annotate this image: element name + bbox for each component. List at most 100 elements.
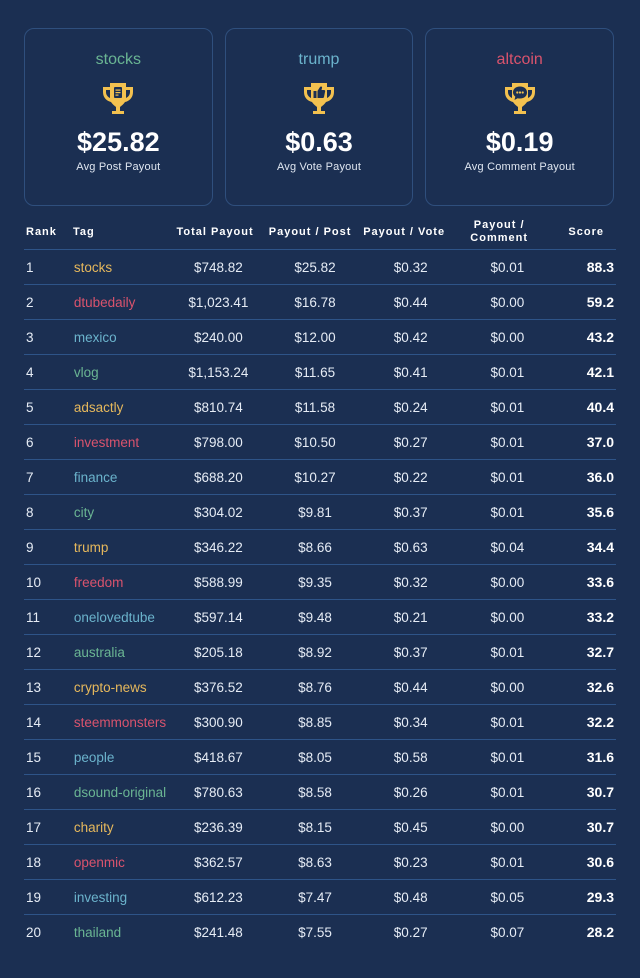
- tag-ranking-table: Rank Tag Total Payout Payout / Post Payo…: [24, 214, 616, 949]
- header-rank[interactable]: Rank: [24, 226, 73, 238]
- rank-cell: 12: [26, 644, 42, 660]
- payout-per-comment-cell: $0.01: [490, 714, 525, 730]
- score-cell: 42.1: [586, 364, 614, 380]
- total-payout-cell: $810.74: [193, 399, 243, 415]
- score-cell: 88.3: [586, 259, 614, 275]
- table-row: 9 trump $346.22 $8.66 $0.63 $0.04 34.4: [24, 530, 616, 565]
- tag-link[interactable]: thailand: [74, 925, 170, 940]
- payout-per-post-cell: $11.58: [294, 399, 336, 415]
- header-score[interactable]: Score: [547, 226, 616, 238]
- tag-link[interactable]: trump: [74, 540, 170, 555]
- header-tag[interactable]: Tag: [73, 226, 167, 238]
- total-payout-cell: $612.23: [193, 889, 243, 905]
- card-tag[interactable]: stocks: [96, 51, 141, 69]
- payout-per-vote-cell: $0.32: [393, 574, 428, 590]
- rank-cell: 5: [26, 399, 34, 415]
- card-tag[interactable]: altcoin: [497, 51, 543, 69]
- payout-per-comment-cell: $0.05: [490, 889, 525, 905]
- rank-cell: 9: [26, 539, 34, 555]
- table-row: 10 freedom $588.99 $9.35 $0.32 $0.00 33.6: [24, 565, 616, 600]
- rank-cell: 4: [26, 364, 34, 380]
- tag-link[interactable]: steemmonsters: [74, 715, 170, 730]
- score-cell: 31.6: [586, 749, 614, 765]
- tag-link[interactable]: people: [74, 750, 170, 765]
- table-row: 13 crypto-news $376.52 $8.76 $0.44 $0.00 32.6: [24, 670, 616, 705]
- rank-cell: 2: [26, 294, 34, 310]
- total-payout-cell: $241.48: [193, 924, 243, 940]
- table-row: 14 steemmonsters $300.90 $8.85 $0.34 $0.01 32.…: [24, 705, 616, 740]
- payout-per-post-cell: $8.85: [298, 714, 332, 730]
- total-payout-cell: $205.18: [193, 644, 243, 660]
- rank-cell: 1: [26, 259, 34, 275]
- header-payout-per-vote[interactable]: Payout / Vote: [357, 226, 451, 238]
- payout-per-comment-cell: $0.01: [490, 504, 525, 520]
- tag-link[interactable]: australia: [74, 645, 170, 660]
- payout-per-vote-cell: $0.44: [393, 294, 428, 310]
- tag-link[interactable]: openmic: [74, 855, 170, 870]
- card-avg-comment-payout: altcoin $0.19 Avg Comment Payout: [425, 28, 615, 206]
- tag-link[interactable]: charity: [74, 820, 170, 835]
- payout-per-post-cell: $8.63: [298, 854, 332, 870]
- payout-per-post-cell: $16.78: [294, 294, 336, 310]
- score-cell: 34.4: [586, 539, 614, 555]
- tag-link[interactable]: dsound-original: [74, 785, 170, 800]
- total-payout-cell: $304.02: [193, 504, 243, 520]
- card-value: $0.63: [285, 127, 353, 157]
- payout-per-comment-cell: $0.00: [490, 574, 525, 590]
- table-row: 5 adsactly $810.74 $11.58 $0.24 $0.01 40.4: [24, 390, 616, 425]
- tag-link[interactable]: crypto-news: [74, 680, 170, 695]
- tag-link[interactable]: mexico: [74, 330, 170, 345]
- total-payout-cell: $240.00: [193, 329, 243, 345]
- total-payout-cell: $362.57: [193, 854, 243, 870]
- table-row: 1 stocks $748.82 $25.82 $0.32 $0.01 88.3: [24, 250, 616, 285]
- table-row: 18 openmic $362.57 $8.63 $0.23 $0.01 30.6: [24, 845, 616, 880]
- payout-per-post-cell: $8.66: [298, 539, 332, 555]
- header-total-payout[interactable]: Total Payout: [167, 226, 263, 238]
- tag-link[interactable]: finance: [74, 470, 170, 485]
- card-avg-post-payout: stocks $25.82 Avg Post Payout: [24, 28, 213, 206]
- score-cell: 40.4: [586, 399, 614, 415]
- tag-link[interactable]: onelovedtube: [74, 610, 170, 625]
- payout-per-vote-cell: $0.27: [393, 434, 428, 450]
- payout-per-post-cell: $11.65: [294, 364, 336, 380]
- score-cell: 30.7: [586, 819, 614, 835]
- rank-cell: 18: [26, 854, 42, 870]
- table-row: 15 people $418.67 $8.05 $0.58 $0.01 31.6: [24, 740, 616, 775]
- payout-per-comment-cell: $0.01: [490, 399, 525, 415]
- payout-per-vote-cell: $0.27: [393, 924, 428, 940]
- total-payout-cell: $597.14: [193, 609, 243, 625]
- rank-cell: 7: [26, 469, 34, 485]
- total-payout-cell: $688.20: [193, 469, 243, 485]
- card-avg-vote-payout: trump $0.63 Avg Vote Payout: [224, 28, 414, 206]
- payout-per-vote-cell: $0.45: [393, 819, 428, 835]
- tag-link[interactable]: investing: [74, 890, 170, 905]
- table-row: 2 dtubedaily $1,023.41 $16.78 $0.44 $0.00 59.2: [24, 285, 616, 320]
- tag-link[interactable]: adsactly: [74, 400, 170, 415]
- tag-link[interactable]: stocks: [74, 260, 170, 275]
- rank-cell: 14: [26, 714, 42, 730]
- tag-link[interactable]: investment: [74, 435, 170, 450]
- total-payout-cell: $1,023.41: [188, 294, 249, 310]
- table-row: 12 australia $205.18 $8.92 $0.37 $0.01 32.7: [24, 635, 616, 670]
- header-payout-per-comment[interactable]: Payout / Comment: [451, 219, 547, 245]
- tag-link[interactable]: freedom: [74, 575, 170, 590]
- payout-per-vote-cell: $0.26: [393, 784, 428, 800]
- rank-cell: 13: [26, 679, 42, 695]
- payout-per-post-cell: $7.47: [298, 889, 332, 905]
- tag-link[interactable]: dtubedaily: [74, 295, 170, 310]
- payout-per-post-cell: $25.82: [294, 259, 336, 275]
- score-cell: 59.2: [586, 294, 614, 310]
- table-row: 8 city $304.02 $9.81 $0.37 $0.01 35.6: [24, 495, 616, 530]
- payout-per-post-cell: $10.50: [294, 434, 336, 450]
- payout-per-comment-cell: $0.01: [490, 644, 525, 660]
- tag-link[interactable]: vlog: [74, 365, 170, 380]
- score-cell: 32.6: [586, 679, 614, 695]
- score-cell: 30.7: [586, 784, 614, 800]
- header-payout-per-post[interactable]: Payout / Post: [263, 226, 357, 238]
- total-payout-cell: $418.67: [193, 749, 243, 765]
- card-tag[interactable]: trump: [299, 51, 340, 69]
- table-row: 3 mexico $240.00 $12.00 $0.42 $0.00 43.2: [24, 320, 616, 355]
- tag-link[interactable]: city: [74, 505, 170, 520]
- rank-cell: 10: [26, 574, 42, 590]
- rank-cell: 8: [26, 504, 34, 520]
